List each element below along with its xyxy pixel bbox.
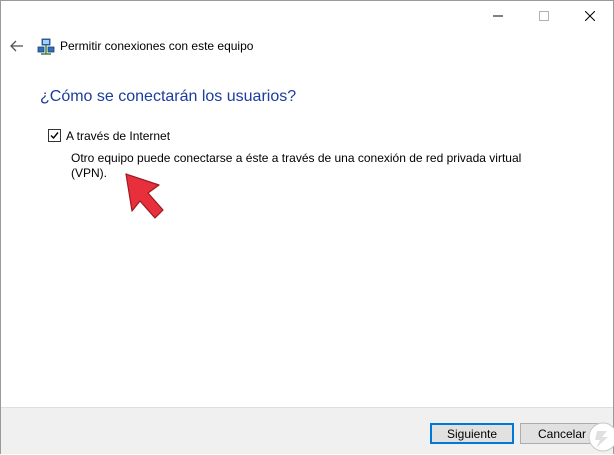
back-button[interactable] [7,35,27,57]
red-pointer-arrow-icon [125,173,164,219]
window-title: Permitir conexiones con este equipo [60,39,254,53]
wizard-footer: Siguiente Cancelar [1,407,613,454]
caption-buttons [475,1,613,31]
minimize-button[interactable] [475,1,521,31]
network-connections-icon [37,38,55,55]
maximize-button[interactable] [521,1,567,31]
checkmark-icon [50,132,59,140]
maximize-icon [539,11,549,21]
close-button[interactable] [567,1,613,31]
wizard-header: Permitir conexiones con este equipo [1,31,613,63]
dialog-window: Permitir conexiones con este equipo ¿Cóm… [0,0,614,454]
minimize-icon [493,15,503,17]
next-button[interactable]: Siguiente [430,423,514,444]
internet-checkbox[interactable] [48,129,61,142]
page-heading: ¿Cómo se conectarán los usuarios? [40,88,297,105]
close-icon [585,11,595,21]
back-arrow-icon [10,40,23,52]
internet-option-label[interactable]: A través de Internet [66,129,170,143]
watermark-logo-icon [588,422,614,452]
